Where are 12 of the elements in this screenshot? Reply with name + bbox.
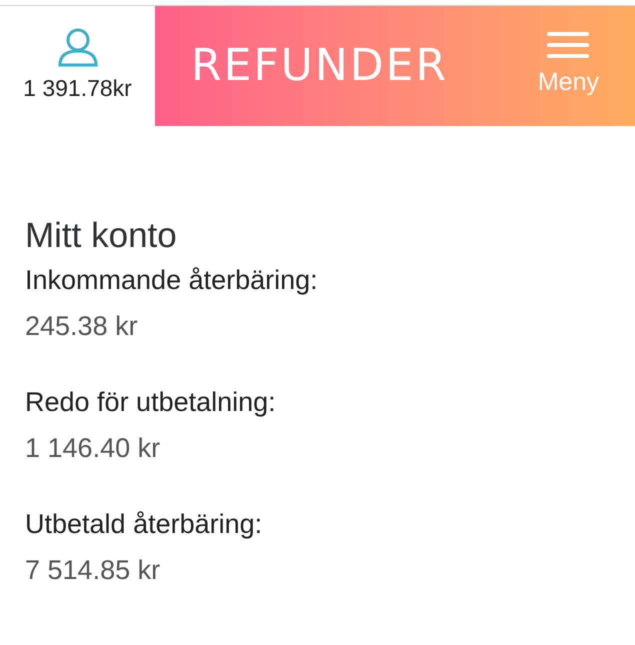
amount-value: 245.38 kr — [25, 310, 139, 343]
balance-text: 1 391.78kr — [23, 74, 132, 103]
user-icon[interactable] — [56, 26, 98, 67]
amount-value: 1 146.40 kr — [25, 432, 162, 465]
field-label: Utbetald återbäring: — [25, 508, 264, 541]
menu-button[interactable]: Meny — [538, 30, 599, 102]
amount-value: 7 514.85 kr — [25, 554, 162, 587]
page-title: Mitt konto — [25, 215, 178, 257]
field-label: Redo för utbetalning: — [25, 386, 277, 419]
menu-icon — [547, 30, 590, 60]
logo[interactable]: REFUNDER — [191, 33, 448, 99]
field-label: Inkommande återbäring: — [25, 264, 319, 297]
